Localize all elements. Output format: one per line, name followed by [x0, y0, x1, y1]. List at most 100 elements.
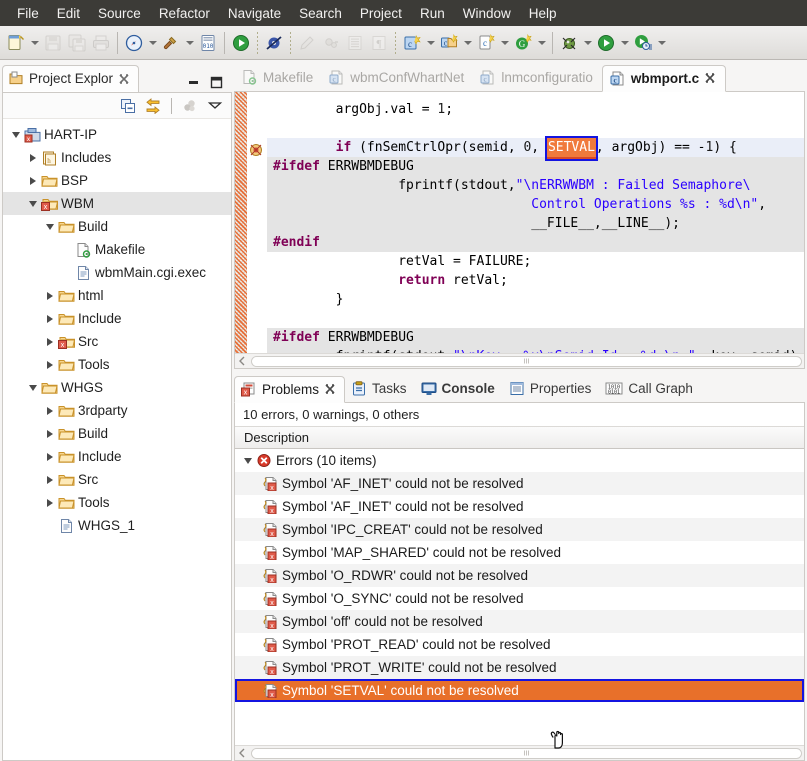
project-tree[interactable]: x HART-IP h Includes BSP x WBM Build Makefile wbm… [3, 119, 231, 760]
view-menu-filter-icon[interactable] [182, 98, 198, 114]
occurrence-highlight-setval[interactable]: SETVAL [544, 136, 598, 161]
chevron-right-icon[interactable] [43, 404, 57, 418]
menu-item-run[interactable]: Run [411, 3, 454, 24]
code-line[interactable]: argObj.val = 1; [267, 100, 804, 119]
code-line[interactable]: } [267, 290, 804, 309]
tab-project-explorer[interactable]: Project Explor [2, 65, 140, 92]
new-c-folder-icon[interactable]: c [437, 30, 461, 56]
problems-list[interactable]: Errors (10 items) x Symbol 'AF_INET' could… [235, 449, 804, 745]
tree-item-hart-ip[interactable]: x HART-IP [3, 123, 231, 146]
chevron-right-icon[interactable] [43, 473, 57, 487]
tree-item-build[interactable]: Build [3, 215, 231, 238]
editor-tab-wbmport-c[interactable]: c wbmport.c [601, 65, 727, 92]
tree-item-build[interactable]: Build [3, 422, 231, 445]
tree-item-src[interactable]: x Src [3, 330, 231, 353]
chevron-right-icon[interactable] [43, 496, 57, 510]
menu-item-refactor[interactable]: Refactor [150, 3, 219, 24]
problem-row[interactable]: x Symbol 'PROT_WRITE' could not be resolv… [235, 656, 804, 679]
code-line[interactable]: fprintf(stdout,"\nERRWWBM : Failed Semap… [267, 176, 804, 195]
collapse-all-icon[interactable] [120, 98, 136, 114]
menu-item-window[interactable]: Window [454, 3, 520, 24]
new-file-icon[interactable] [4, 30, 28, 56]
menu-item-edit[interactable]: Edit [48, 3, 89, 24]
menu-item-search[interactable]: Search [290, 3, 351, 24]
chevron-right-icon[interactable] [43, 358, 57, 372]
code-line[interactable]: return retVal; [267, 271, 804, 290]
chevron-down-icon[interactable] [424, 30, 437, 56]
chevron-down-icon[interactable] [26, 197, 40, 211]
problem-row[interactable]: x Symbol 'MAP_SHARED' could not be resolv… [235, 541, 804, 564]
build-hammer-icon[interactable] [159, 30, 183, 56]
chevron-right-icon[interactable] [43, 450, 57, 464]
chevron-down-icon[interactable] [183, 30, 196, 56]
tree-item-3rdparty[interactable]: 3rdparty [3, 399, 231, 422]
scrollbar-thumb[interactable] [251, 355, 802, 367]
run-configs-icon[interactable] [594, 30, 618, 56]
chevron-right-icon[interactable] [43, 289, 57, 303]
code-line[interactable]: #ifdef ERRWBMDEBUG [267, 157, 804, 176]
problem-row[interactable]: x Symbol 'O_RDWR' could not be resolved [235, 564, 804, 587]
tree-item-includes[interactable]: h Includes [3, 146, 231, 169]
tree-item-wbmmain-cgi-exec[interactable]: wbmMain.cgi.exec [3, 261, 231, 284]
scrollbar-thumb[interactable] [251, 747, 802, 759]
menu-item-navigate[interactable]: Navigate [219, 3, 290, 24]
menu-item-file[interactable]: File [8, 3, 48, 24]
chevron-down-icon[interactable] [146, 30, 159, 56]
new-c-file-icon[interactable]: c [474, 30, 498, 56]
problem-row[interactable]: x Symbol 'SETVAL' could not be resolved [235, 679, 804, 702]
editor-horizontal-scrollbar[interactable] [235, 353, 804, 368]
chevron-down-icon[interactable] [581, 30, 594, 56]
problems-group-errors[interactable]: Errors (10 items) [235, 449, 804, 472]
tree-item-tools[interactable]: Tools [3, 353, 231, 376]
new-c-project-icon[interactable]: c [400, 30, 424, 56]
close-icon[interactable] [704, 72, 716, 84]
annotation-gutter[interactable] [247, 92, 267, 368]
code-line[interactable]: __FILE__,__LINE__); [267, 214, 804, 233]
menu-item-project[interactable]: Project [351, 3, 411, 24]
editor-tab-wbmconfwhartnet[interactable]: c wbmConfWhartNet [322, 64, 473, 91]
external-tools-icon[interactable] [631, 30, 655, 56]
problems-tab-tasks[interactable]: Tasks [345, 375, 415, 402]
chevron-right-icon[interactable] [26, 151, 40, 165]
code-line[interactable] [267, 119, 804, 138]
problems-column-header[interactable]: Description [235, 426, 804, 449]
tree-item-whgs-1[interactable]: WHGS_1 [3, 514, 231, 537]
tree-item-include[interactable]: Include [3, 445, 231, 468]
error-marker-icon[interactable] [248, 142, 264, 158]
problems-tab-console[interactable]: Console [415, 375, 503, 402]
code-line[interactable]: Control Operations %s : %d\n", [267, 195, 804, 214]
problem-row[interactable]: x Symbol 'IPC_CREAT' could not be resolve… [235, 518, 804, 541]
close-icon[interactable] [324, 383, 336, 395]
code-line[interactable]: #endif [267, 233, 804, 252]
skip-breakpoints-icon[interactable] [262, 30, 286, 56]
editor-tab-lnmconfiguratio[interactable]: c lnmconfiguratio [473, 64, 602, 91]
binary-icon[interactable]: 010 [196, 30, 220, 56]
chevron-right-icon[interactable] [43, 335, 57, 349]
problem-row[interactable]: x Symbol 'AF_INET' could not be resolved [235, 495, 804, 518]
chevron-down-icon[interactable] [655, 30, 668, 56]
chevron-down-icon[interactable] [535, 30, 548, 56]
editor-tab-makefile[interactable]: Makefile [234, 64, 322, 91]
problems-tab-properties[interactable]: Properties [503, 375, 600, 402]
problem-row[interactable]: x Symbol 'O_SYNC' could not be resolved [235, 587, 804, 610]
tree-item-include[interactable]: Include [3, 307, 231, 330]
code-text[interactable]: argObj.val = 1; if (fnSemCtrlOpr(semid, … [267, 92, 804, 368]
menu-item-source[interactable]: Source [89, 3, 150, 24]
view-menu-icon[interactable] [207, 100, 223, 112]
chevron-down-icon[interactable] [43, 220, 57, 234]
problem-row[interactable]: x Symbol 'PROT_READ' could not be resolve… [235, 633, 804, 656]
tree-item-whgs[interactable]: WHGS [3, 376, 231, 399]
menu-item-help[interactable]: Help [520, 3, 566, 24]
maximize-view-button[interactable] [209, 76, 224, 89]
chevron-down-icon[interactable] [498, 30, 511, 56]
chevron-right-icon[interactable] [43, 427, 57, 441]
tree-item-wbm[interactable]: x WBM [3, 192, 231, 215]
problem-row[interactable]: x Symbol 'AF_INET' could not be resolved [235, 472, 804, 495]
scroll-left-icon[interactable] [235, 355, 249, 368]
problem-row[interactable]: x Symbol 'off' could not be resolved [235, 610, 804, 633]
tree-item-src[interactable]: Src [3, 468, 231, 491]
code-line[interactable]: if (fnSemCtrlOpr(semid, 0, SETVAL, argOb… [267, 136, 804, 161]
debug-icon[interactable] [557, 30, 581, 56]
chevron-down-icon[interactable] [618, 30, 631, 56]
problems-horizontal-scrollbar[interactable] [235, 745, 804, 760]
